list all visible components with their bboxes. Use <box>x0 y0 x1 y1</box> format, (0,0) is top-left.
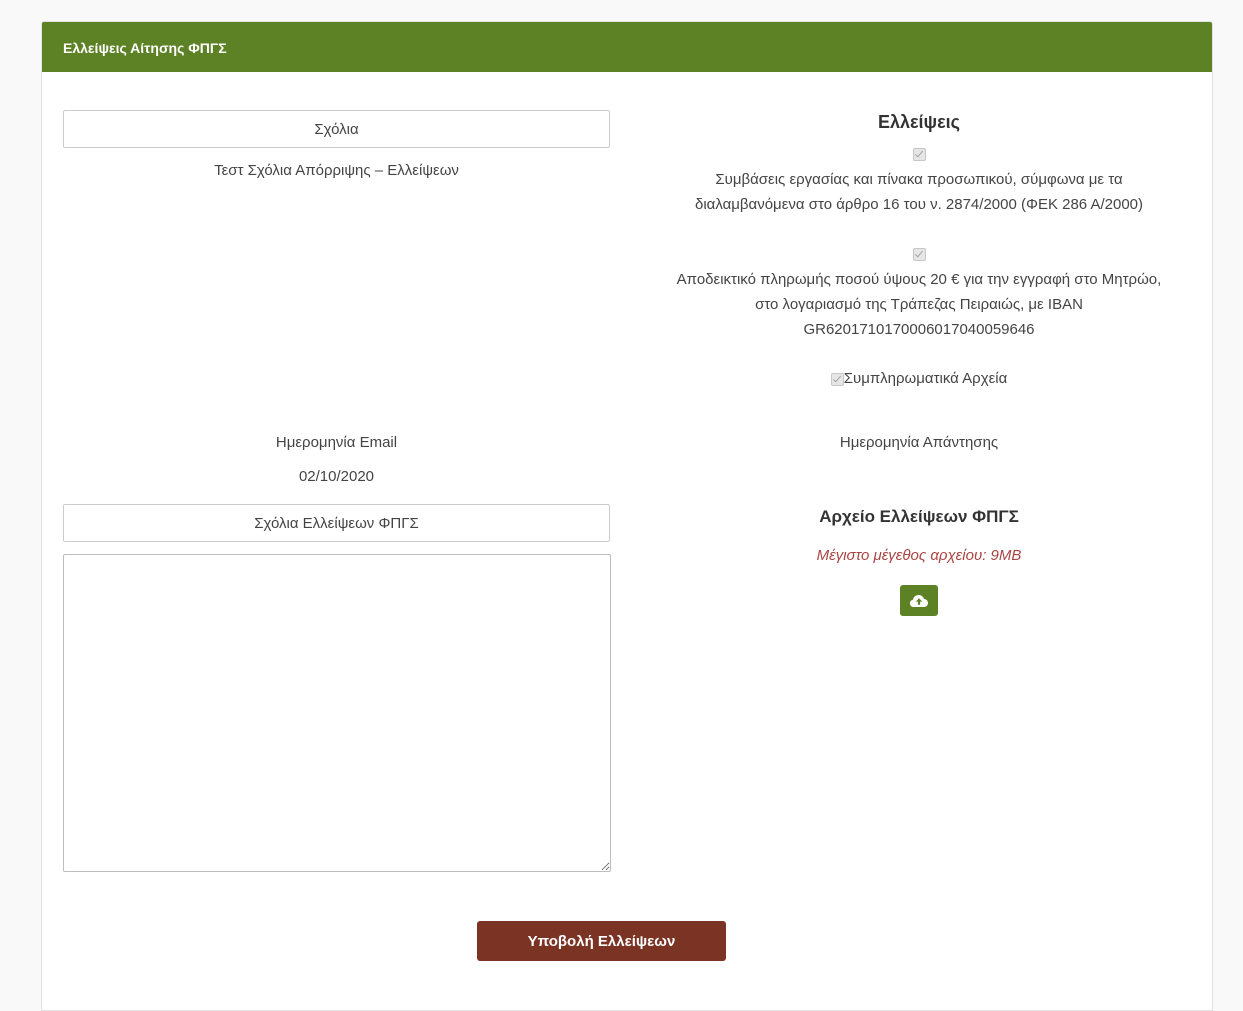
supplementary-files: Συμπληρωματικά Αρχεία <box>664 366 1174 391</box>
deficiency-comments-textarea[interactable] <box>63 554 611 872</box>
deficiency-comments-label: Σχόλια Ελλείψεων ΦΠΓΣ <box>63 504 610 542</box>
reply-date-label: Ημερομηνία Απάντησης <box>839 434 999 451</box>
supplementary-files-checkbox[interactable] <box>830 372 844 386</box>
deficiencies-title: Ελλείψεις <box>877 112 961 132</box>
upload-container <box>664 585 1174 616</box>
cloud-upload-icon <box>910 594 928 607</box>
email-date-label: Ημερομηνία Email <box>275 434 398 451</box>
supplementary-files-label: Συμπληρωματικά Αρχεία <box>843 370 1008 387</box>
deficiency-item-1-checkbox[interactable] <box>912 147 926 161</box>
deficiency-item-1-text: Συμβάσεις εργασίας και πίνακα προσωπικού… <box>694 171 1144 213</box>
comments-text: Τεστ Σχόλια Απόρριψης – Ελλείψεων <box>214 162 459 179</box>
email-date-value: 02/10/2020 <box>298 468 375 485</box>
deficiency-item-2-checkbox[interactable] <box>912 247 926 261</box>
submit-deficiencies-button[interactable]: Υποβολή Ελλείψεων <box>477 921 726 961</box>
comments-label: Σχόλια <box>63 110 610 148</box>
deficiency-item-2: Αποδεικτικό πληρωμής ποσού ύψους 20 € γι… <box>664 245 1174 342</box>
deficiencies-panel: Ελλείψεις Αίτησης ΦΠΓΣ Σχόλια Τεστ Σχόλι… <box>41 21 1213 1011</box>
file-title: Αρχείο Ελλείψεων ΦΠΓΣ <box>819 507 1019 526</box>
panel-title: Ελλείψεις Αίτησης ΦΠΓΣ <box>42 22 1212 72</box>
max-size-note: Μέγιστο μέγεθος αρχείου: 9MB <box>816 547 1022 564</box>
deficiency-item-2-text: Αποδεικτικό πληρωμής ποσού ύψους 20 € γι… <box>676 271 1162 338</box>
upload-button[interactable] <box>900 585 938 616</box>
deficiency-item-1: Συμβάσεις εργασίας και πίνακα προσωπικού… <box>664 145 1174 217</box>
